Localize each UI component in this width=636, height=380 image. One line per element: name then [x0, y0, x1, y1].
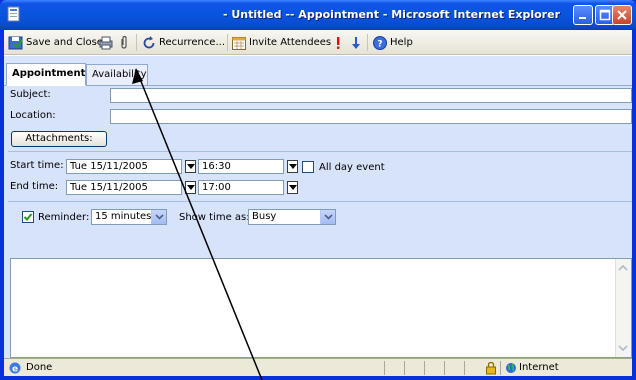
- notes-textarea[interactable]: [10, 258, 632, 358]
- end-time-input[interactable]: 17:00: [198, 180, 284, 195]
- lock-icon: [486, 361, 496, 375]
- start-date-input[interactable]: Tue 15/11/2005: [66, 159, 182, 174]
- toolbar-separator: [367, 34, 368, 51]
- location-input[interactable]: [110, 109, 632, 124]
- appointment-form: Subject: Location: Attachments: Start ti…: [4, 86, 632, 376]
- scroll-up-icon[interactable]: [616, 261, 630, 275]
- show-time-dropdown-arrow[interactable]: [320, 210, 335, 224]
- all-day-checkbox[interactable]: [302, 161, 314, 173]
- invite-label: Invite Attendees: [249, 37, 332, 48]
- svg-text:?: ?: [377, 39, 382, 49]
- notes-scrollbar[interactable]: [615, 259, 631, 357]
- location-label: Location:: [10, 110, 56, 121]
- status-pane: [444, 361, 464, 375]
- subject-input[interactable]: [110, 88, 632, 103]
- title-bar[interactable]: - Untitled -- Appointment - Microsoft In…: [0, 0, 636, 30]
- help-button[interactable]: ? Help: [372, 34, 413, 51]
- save-close-label: Save and Close: [26, 37, 103, 48]
- scroll-down-icon[interactable]: [616, 341, 630, 355]
- save-close-button[interactable]: Save and Close: [8, 34, 103, 51]
- divider: [8, 151, 632, 152]
- subject-label: Subject:: [10, 89, 51, 100]
- calendar-icon: [232, 36, 246, 50]
- end-time-label: End time:: [10, 181, 59, 192]
- checkmark-icon: [23, 213, 33, 221]
- recurrence-label: Recurrence...: [159, 37, 225, 48]
- reminder-label: Reminder:: [38, 212, 90, 223]
- tab-appointment[interactable]: Appointment: [6, 63, 86, 86]
- maximize-icon: [599, 9, 611, 21]
- toolbar-separator: [136, 34, 137, 51]
- chevron-down-icon: [289, 164, 297, 169]
- status-bar: e Done Internet: [4, 358, 632, 376]
- high-importance-button[interactable]: [330, 34, 348, 51]
- chevron-down-icon: [324, 214, 333, 220]
- start-time-input[interactable]: 16:30: [198, 159, 284, 174]
- chevron-down-icon: [187, 185, 195, 190]
- zone-label: Internet: [519, 362, 559, 373]
- start-time-dropdown[interactable]: [287, 160, 298, 173]
- print-button[interactable]: [98, 34, 116, 51]
- client-area: Save and Close Recurrence... Invite Atte…: [4, 30, 632, 376]
- show-time-select[interactable]: Busy: [248, 209, 336, 225]
- show-time-value: Busy: [252, 211, 277, 222]
- chevron-down-icon: [187, 164, 195, 169]
- ie-window: - Untitled -- Appointment - Microsoft In…: [0, 0, 636, 380]
- status-pane: [464, 361, 484, 375]
- reminder-checkbox[interactable]: [22, 211, 34, 223]
- save-icon: [8, 36, 23, 49]
- all-day-label: All day event: [319, 162, 385, 173]
- minimize-button[interactable]: [573, 5, 593, 25]
- help-label: Help: [390, 37, 413, 48]
- attachments-button[interactable]: Attachments:: [11, 131, 107, 147]
- toolbar: Save and Close Recurrence... Invite Atte…: [4, 30, 632, 55]
- close-icon: [617, 10, 627, 20]
- reminder-dropdown-arrow[interactable]: [151, 210, 166, 224]
- status-pane: [424, 361, 444, 375]
- start-date-dropdown[interactable]: [185, 160, 196, 173]
- print-icon: [99, 36, 113, 49]
- chevron-down-icon: [155, 214, 164, 220]
- status-pane: [384, 361, 404, 375]
- start-time-label: Start time:: [10, 160, 64, 171]
- attach-button[interactable]: [116, 34, 134, 51]
- ie-page-icon: [7, 6, 20, 22]
- close-window-button[interactable]: [612, 5, 632, 25]
- low-importance-button[interactable]: [348, 34, 366, 51]
- end-date-dropdown[interactable]: [185, 181, 196, 194]
- tab-strip: Appointment Availability: [4, 56, 632, 86]
- ie-page-icon: e: [9, 362, 21, 375]
- exclamation-icon: [337, 36, 340, 49]
- window-title: - Untitled -- Appointment - Microsoft In…: [222, 8, 560, 21]
- status-text: Done: [26, 362, 53, 373]
- reminder-value: 15 minutes: [95, 211, 152, 222]
- toolbar-separator: [227, 34, 228, 51]
- divider: [8, 201, 632, 202]
- minimize-icon: [579, 17, 586, 19]
- recurrence-icon: [143, 35, 155, 48]
- svg-text:e: e: [12, 365, 18, 375]
- globe-icon: [506, 363, 516, 373]
- chevron-down-icon: [289, 185, 297, 190]
- paperclip-icon: [121, 35, 127, 49]
- show-time-label: Show time as:: [179, 212, 250, 223]
- down-arrow-icon: [352, 36, 360, 49]
- tab-availability[interactable]: Availability: [86, 64, 148, 85]
- reminder-select[interactable]: 15 minutes: [91, 209, 167, 225]
- status-pane: [404, 361, 424, 375]
- invite-attendees-button[interactable]: Invite Attendees: [231, 34, 331, 51]
- end-date-input[interactable]: Tue 15/11/2005: [66, 180, 182, 195]
- end-time-dropdown[interactable]: [287, 181, 298, 194]
- recurrence-button[interactable]: Recurrence...: [141, 34, 225, 51]
- help-icon: ?: [373, 35, 387, 50]
